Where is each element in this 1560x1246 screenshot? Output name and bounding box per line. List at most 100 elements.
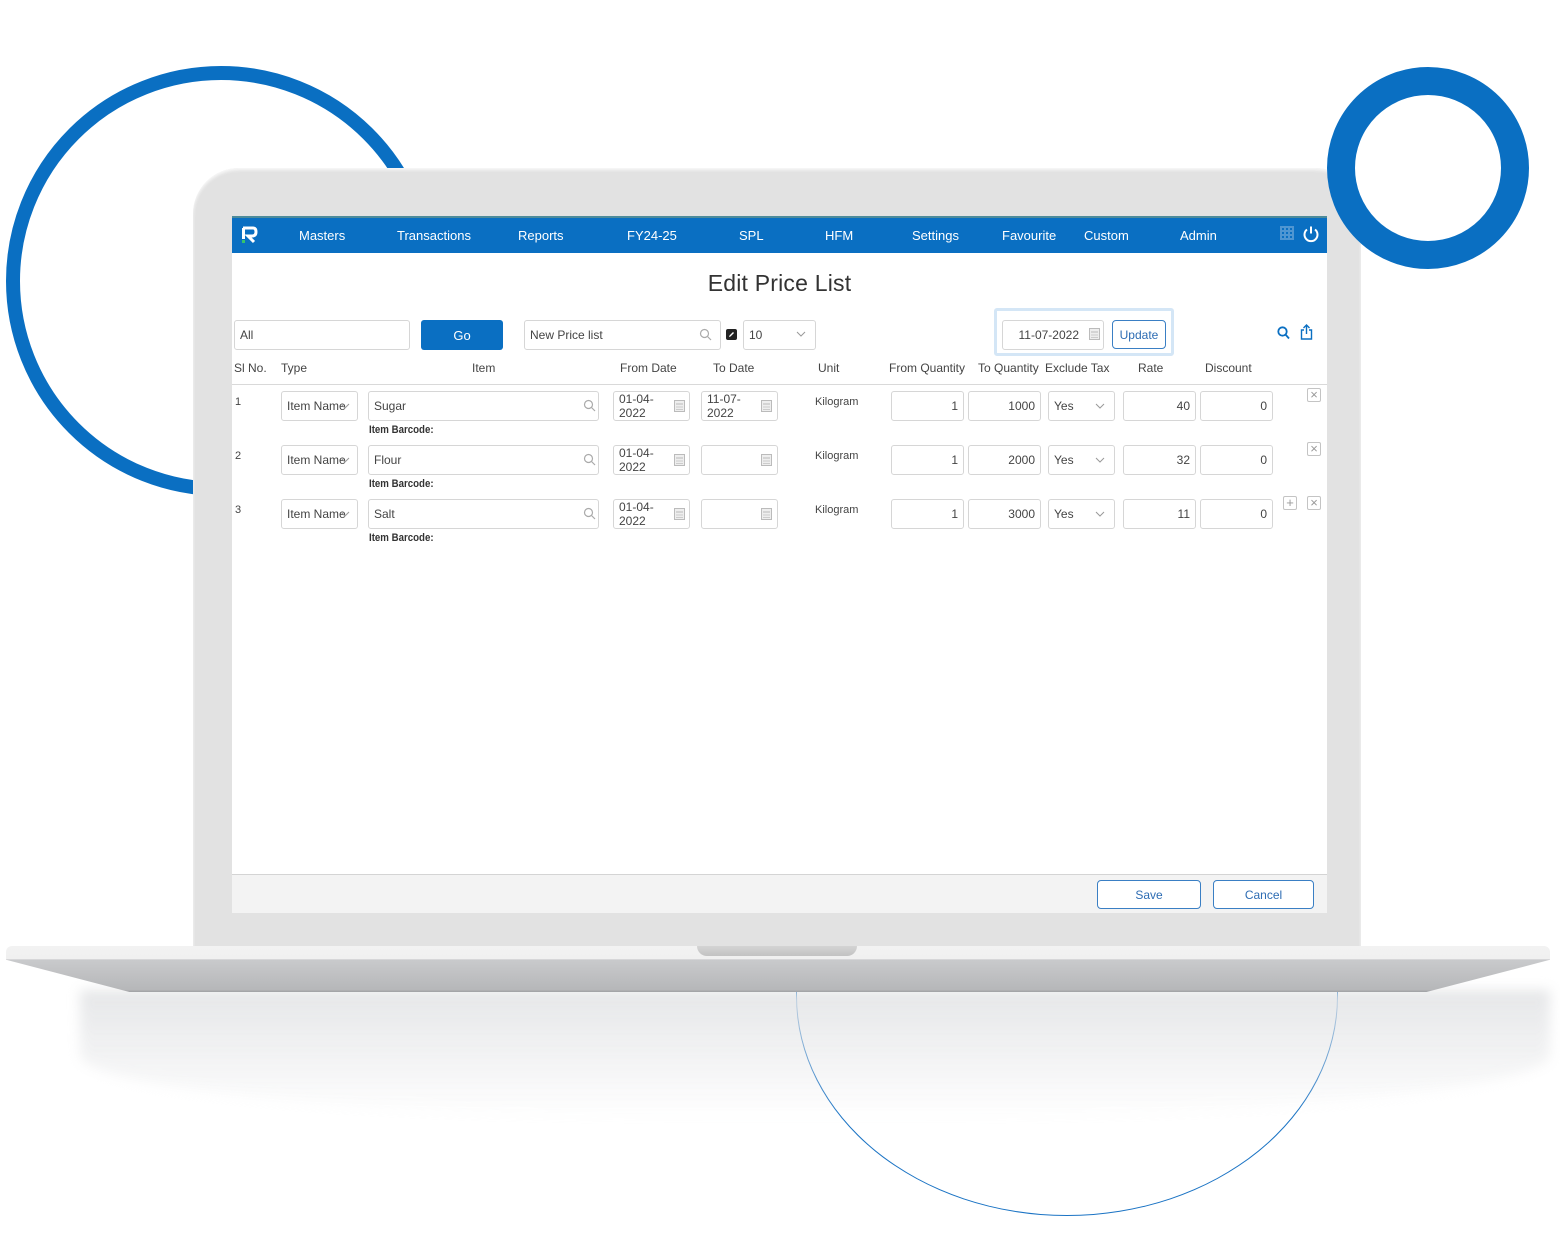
col-header-unit: Unit (818, 361, 840, 375)
col-header-to-quantity: To Quantity (978, 361, 1039, 375)
go-button[interactable]: Go (421, 320, 503, 350)
item-value: Flour (374, 453, 402, 467)
chevron-down-icon (1095, 511, 1105, 517)
col-header-type: Type (281, 361, 308, 375)
power-icon[interactable] (1302, 225, 1320, 243)
chevron-down-icon (1095, 403, 1105, 409)
from-date-value: 01-04-2022 (619, 392, 654, 420)
col-header-exclude-tax: Exclude Tax (1045, 361, 1110, 375)
item-search-input[interactable]: Sugar (368, 391, 599, 421)
discount-input[interactable]: 0 (1200, 391, 1273, 421)
to-quantity-value: 3000 (1008, 507, 1035, 521)
item-value: Sugar (374, 399, 407, 413)
nav-item-reports[interactable]: Reports (518, 228, 564, 243)
calendar-icon[interactable] (761, 453, 772, 466)
col-header-discount: Discount (1205, 361, 1252, 375)
to-quantity-input[interactable]: 1000 (968, 391, 1041, 421)
rate-value: 32 (1176, 453, 1190, 467)
filter-value: All (240, 328, 254, 342)
nav-item-spl[interactable]: SPL (739, 228, 764, 243)
from-quantity-input[interactable]: 1 (891, 391, 964, 421)
export-icon[interactable] (1300, 324, 1313, 340)
item-barcode-label: Item Barcode: (369, 532, 434, 544)
calendar-icon[interactable] (761, 507, 772, 520)
row-sl-no: 1 (235, 396, 242, 408)
header-divider (232, 384, 1327, 385)
chevron-down-icon (340, 457, 350, 463)
edit-icon[interactable] (726, 329, 737, 340)
unit-value: Kilogram (815, 504, 859, 516)
exclude-tax-value: Yes (1054, 507, 1074, 521)
price-list-search-input[interactable]: New Price list (524, 320, 721, 350)
search-icon[interactable] (583, 399, 596, 412)
from-quantity-input[interactable]: 1 (891, 499, 964, 529)
item-search-input[interactable]: Flour (368, 445, 599, 475)
calendar-icon[interactable] (674, 399, 685, 412)
update-date-value: 11-07-2022 (1018, 328, 1080, 342)
nav-item-admin[interactable]: Admin (1180, 228, 1217, 243)
filter-input[interactable]: All (234, 320, 410, 350)
rate-input[interactable]: 11 (1123, 499, 1196, 529)
item-barcode-label: Item Barcode: (369, 478, 434, 490)
update-button[interactable]: Update (1112, 320, 1166, 349)
rate-value: 11 (1177, 507, 1190, 521)
chevron-down-icon (1095, 457, 1105, 463)
from-quantity-value: 1 (951, 507, 958, 521)
discount-value: 0 (1260, 453, 1267, 467)
rate-value: 40 (1176, 399, 1190, 413)
unit-value: Kilogram (815, 450, 859, 462)
from-quantity-value: 1 (951, 399, 958, 413)
col-header-from-date: From Date (620, 361, 677, 375)
nav-item-masters[interactable]: Masters (299, 228, 345, 243)
calendar-icon[interactable] (761, 399, 772, 412)
discount-input[interactable]: 0 (1200, 499, 1273, 529)
grid-icon[interactable] (1280, 226, 1294, 240)
discount-input[interactable]: 0 (1200, 445, 1273, 475)
col-header-to-date: To Date (713, 361, 755, 375)
rate-input[interactable]: 40 (1123, 391, 1196, 421)
nav-item-fy[interactable]: FY24-25 (627, 228, 677, 243)
nav-item-transactions[interactable]: Transactions (397, 228, 471, 243)
calendar-icon[interactable] (674, 453, 685, 466)
rate-input[interactable]: 32 (1123, 445, 1196, 475)
to-quantity-input[interactable]: 3000 (968, 499, 1041, 529)
nav-item-hfm[interactable]: HFM (825, 228, 853, 243)
top-navbar: Masters Transactions Reports FY24-25 SPL… (232, 216, 1327, 253)
search-icon[interactable] (699, 328, 712, 341)
to-quantity-input[interactable]: 2000 (968, 445, 1041, 475)
to-quantity-value: 2000 (1008, 453, 1035, 467)
row-sl-no: 3 (235, 504, 242, 516)
item-search-input[interactable]: Salt (368, 499, 599, 529)
nav-item-settings[interactable]: Settings (912, 228, 959, 243)
page-size-value: 10 (749, 328, 763, 342)
item-barcode-label: Item Barcode: (369, 424, 434, 436)
unit-value: Kilogram (815, 396, 859, 408)
search-icon[interactable] (583, 453, 596, 466)
search-icon[interactable] (1277, 326, 1290, 340)
nav-item-custom[interactable]: Custom (1084, 228, 1129, 243)
nav-item-favourite[interactable]: Favourite (1002, 228, 1056, 243)
exclude-tax-value: Yes (1054, 453, 1074, 467)
delete-row-button[interactable]: × (1307, 442, 1321, 456)
from-date-value: 01-04-2022 (619, 446, 654, 474)
page-title: Edit Price List (707, 270, 852, 296)
cancel-button[interactable]: Cancel (1213, 880, 1314, 909)
type-value: Item Name (287, 507, 346, 521)
col-header-from-quantity: From Quantity (889, 361, 966, 375)
calendar-icon[interactable] (1089, 327, 1100, 340)
type-value: Item Name (287, 399, 346, 413)
laptop-shadow (80, 990, 1550, 1120)
from-quantity-input[interactable]: 1 (891, 445, 964, 475)
save-button[interactable]: Save (1097, 880, 1201, 909)
delete-row-button[interactable]: × (1307, 496, 1321, 510)
row-sl-no: 2 (235, 450, 242, 462)
col-header-sl-no: Sl No. (234, 361, 267, 375)
search-icon[interactable] (583, 507, 596, 520)
discount-value: 0 (1260, 399, 1267, 413)
calendar-icon[interactable] (674, 507, 685, 520)
app-logo[interactable] (240, 225, 258, 245)
col-header-rate: Rate (1138, 361, 1164, 375)
add-row-button[interactable]: + (1283, 496, 1297, 510)
price-list-value: New Price list (530, 328, 603, 342)
delete-row-button[interactable]: × (1307, 388, 1321, 402)
